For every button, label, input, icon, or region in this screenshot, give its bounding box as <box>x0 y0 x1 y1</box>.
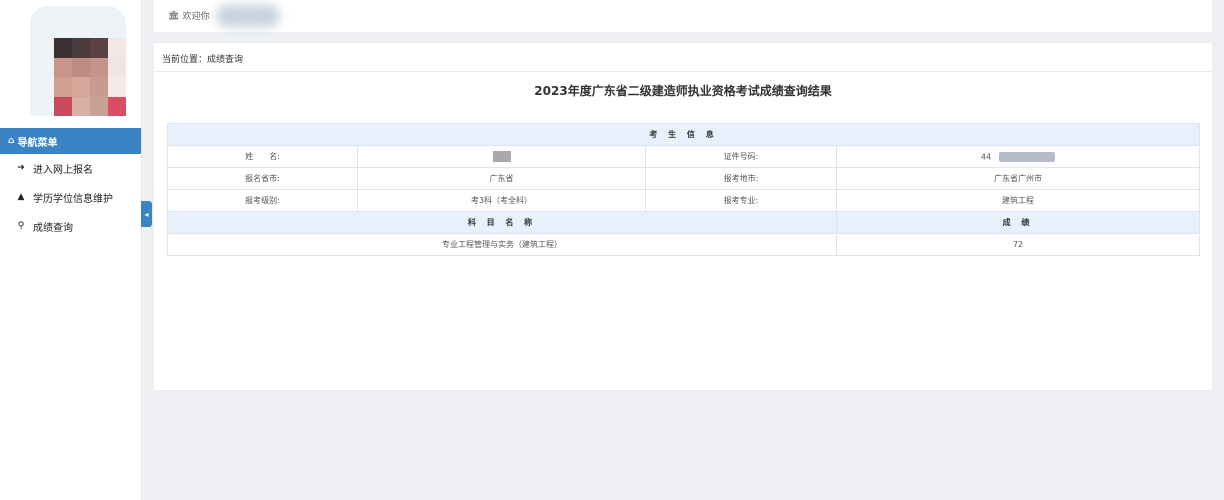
sidebar: ⌂ 导航菜单 ➔ 进入网上报名 ▲ 学历学位信息维护 ⚲ 成绩查询 <box>0 0 142 500</box>
sidebar-item-online-registration[interactable]: ➔ 进入网上报名 <box>0 155 141 181</box>
nav-menu-header: ⌂ 导航菜单 <box>0 128 141 154</box>
sidebar-item-score-query[interactable]: ⚲ 成绩查询 <box>0 213 141 239</box>
table-row: 专业工程管理与实务（建筑工程） 72 <box>167 233 1201 256</box>
sidebar-item-label: 学历学位信息维护 <box>33 193 113 205</box>
candidate-info-header-row: 考 生 信 息 <box>166 123 1201 146</box>
breadcrumb: 当前位置：成绩查询 <box>162 55 244 65</box>
welcome-message: 🏛 欢迎你 <box>168 9 210 23</box>
graduation-cap-icon: ▲ <box>17 192 25 202</box>
city-value: 广东省广州市 <box>835 167 1201 190</box>
score-result-table: 考 生 信 息 姓 名: 证件号码: 44 报名省市: 广东省 报考地市: 广东… <box>166 123 1201 256</box>
avatar-photo-pixelated <box>54 38 126 116</box>
subject-column-header: 科 目 名 称 <box>167 211 837 234</box>
sign-in-icon: ➔ <box>17 163 25 173</box>
level-value: 考3科（考全科） <box>357 189 646 212</box>
candidate-info-title: 考 生 信 息 <box>166 123 1201 146</box>
city-label: 报考地市: <box>645 167 837 190</box>
nav-menu-title: 导航菜单 <box>17 137 58 149</box>
chevron-left-icon: ◂ <box>144 209 149 219</box>
avatar <box>30 6 126 116</box>
divider <box>154 71 1212 72</box>
main-content: 当前位置：成绩查询 2023年度广东省二级建造师执业资格考试成绩查询结果 考 生… <box>154 43 1212 390</box>
subject-name: 专业工程管理与实务（建筑工程） <box>167 233 837 256</box>
id-number-label: 证件号码: <box>645 145 837 168</box>
table-row: 报考级别: 考3科（考全科） 报考专业: 建筑工程 <box>167 189 1201 212</box>
level-label: 报考级别: <box>167 189 358 212</box>
sidebar-item-label: 成绩查询 <box>33 222 73 234</box>
search-icon: ⚲ <box>17 221 25 231</box>
name-value <box>357 145 646 168</box>
id-number-value: 44 <box>980 152 992 161</box>
top-bar: 🏛 欢迎你 <box>154 0 1212 32</box>
major-label: 报考专业: <box>645 189 837 212</box>
score-column-header: 成 绩 <box>835 211 1201 234</box>
bank-icon: 🏛 <box>168 10 180 21</box>
id-number-cell: 44 <box>835 145 1201 168</box>
table-row: 报名省市: 广东省 报考地市: 广东省广州市 <box>167 167 1201 190</box>
province-value: 广东省 <box>357 167 646 190</box>
name-label: 姓 名: <box>167 145 358 168</box>
welcome-text: 欢迎你 <box>182 12 210 22</box>
redacted-username <box>216 5 280 27</box>
major-value: 建筑工程 <box>835 189 1201 212</box>
sidebar-item-education-info[interactable]: ▲ 学历学位信息维护 <box>0 184 141 210</box>
sidebar-collapse-button[interactable]: ◂ <box>141 201 152 227</box>
page-title: 2023年度广东省二级建造师执业资格考试成绩查询结果 <box>534 84 832 98</box>
province-label: 报名省市: <box>167 167 358 190</box>
scores-header-row: 科 目 名 称 成 绩 <box>167 211 1201 234</box>
score-value: 72 <box>835 233 1201 256</box>
redaction-block <box>999 151 1056 162</box>
table-row: 姓 名: 证件号码: 44 <box>167 145 1201 168</box>
home-icon: ⌂ <box>8 136 15 146</box>
sidebar-item-label: 进入网上报名 <box>33 164 93 176</box>
redaction-block <box>492 151 511 162</box>
